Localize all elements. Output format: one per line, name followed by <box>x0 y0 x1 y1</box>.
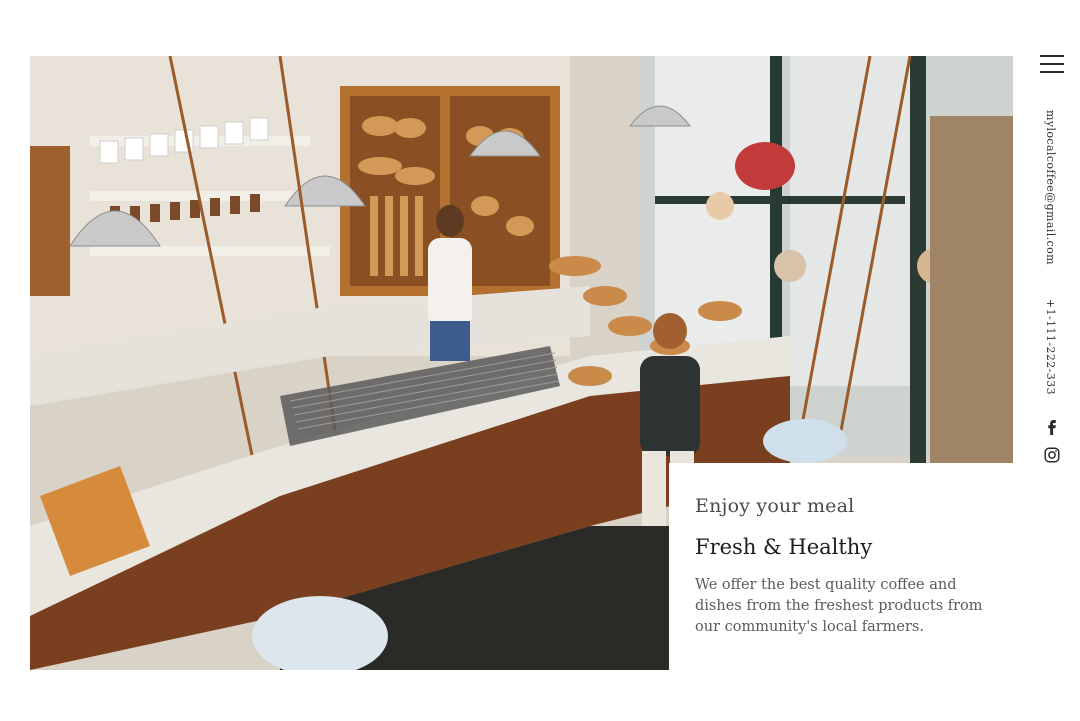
menu-icon[interactable] <box>1040 55 1064 73</box>
instagram-icon[interactable] <box>1043 446 1061 464</box>
intro-card: Enjoy your meal Fresh & Healthy We offer… <box>669 463 1013 673</box>
contact-email[interactable]: mylocalcoffee@gmail.com <box>1044 110 1057 265</box>
contact-phone[interactable]: +1-111-222-333 <box>1044 299 1057 395</box>
facebook-icon[interactable] <box>1043 417 1061 435</box>
card-title: Fresh & Healthy <box>695 535 873 559</box>
card-description: We offer the best quality coffee and dis… <box>695 577 983 635</box>
card-eyebrow: Enjoy your meal <box>695 495 855 517</box>
